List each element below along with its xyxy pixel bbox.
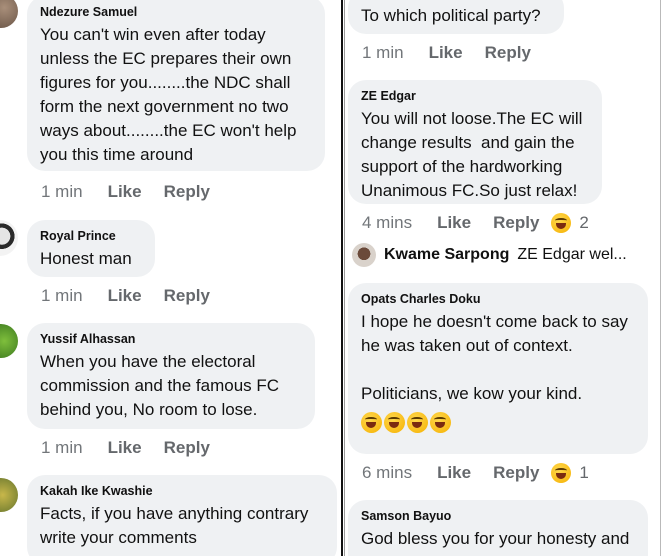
comment-author[interactable]: Ndezure Samuel (40, 5, 313, 19)
reply-preview[interactable]: Kwame Sarpong ZE Edgar wel... (352, 243, 627, 267)
comment-bubble: Kakah Ike Kwashie Facts, if you have any… (27, 475, 337, 556)
comment-time[interactable]: 1 min (41, 182, 83, 202)
comment-author[interactable]: Yussif Alhassan (40, 332, 303, 346)
comment-bubble: Royal Prince Honest man (27, 220, 155, 277)
reply-button[interactable]: Reply (164, 286, 210, 306)
comment-text: You can't win even after today unless th… (40, 25, 297, 164)
avatar[interactable] (0, 324, 18, 358)
comment-author[interactable]: ZE Edgar (361, 89, 590, 103)
comment-time[interactable]: 1 min (362, 43, 404, 63)
reaction-count[interactable]: 1 (579, 463, 588, 483)
comment-actions: 1 min Like Reply (41, 182, 232, 202)
comment-bubble: Samson Bayuo God bless you for your hone… (348, 500, 648, 556)
like-button[interactable]: Like (108, 438, 142, 458)
comment-time[interactable]: 6 mins (362, 463, 412, 483)
scrollbar[interactable] (660, 0, 667, 556)
like-button[interactable]: Like (108, 182, 142, 202)
panel-divider (341, 0, 343, 556)
emoji-row (361, 412, 636, 433)
comment-actions: 1 min Like Reply (41, 438, 232, 458)
comment-actions: 1 min Like Reply (362, 43, 553, 63)
like-button[interactable]: Like (437, 213, 471, 233)
haha-reaction-icon[interactable] (551, 213, 572, 233)
laughing-emoji-icon (384, 412, 405, 433)
reaction-count[interactable]: 2 (579, 213, 588, 233)
like-button[interactable]: Like (429, 43, 463, 63)
reply-button[interactable]: Reply (164, 438, 210, 458)
comment-text: Honest man (40, 249, 132, 268)
comment-text: I hope he doesn't come back to say he wa… (361, 312, 628, 403)
like-button[interactable]: Like (108, 286, 142, 306)
comment-bubble: Ndezure Samuel You can't win even after … (27, 0, 325, 171)
left-comment-panel: Ndezure Samuel You can't win even after … (0, 0, 341, 556)
reply-button[interactable]: Reply (493, 213, 539, 233)
comment-author[interactable]: Kakah Ike Kwashie (40, 484, 325, 498)
reply-button[interactable]: Reply (164, 182, 210, 202)
comment-text: God bless you for your honesty and Truth (361, 529, 630, 556)
comment-time[interactable]: 1 min (41, 286, 83, 306)
comment-bubble: Opats Charles Doku I hope he doesn't com… (348, 283, 648, 454)
panel-divider (344, 0, 345, 556)
avatar[interactable] (352, 243, 376, 267)
reply-text: ZE Edgar wel... (517, 246, 627, 263)
rofl-emoji-icon (361, 412, 382, 433)
like-button[interactable]: Like (437, 463, 471, 483)
comment-bubble: Yussif Alhassan When you have the electo… (27, 323, 315, 429)
laughing-emoji-icon (430, 412, 451, 433)
avatar[interactable] (0, 478, 18, 512)
rofl-emoji-icon (407, 412, 428, 433)
reply-button[interactable]: Reply (485, 43, 531, 63)
comment-author[interactable]: Opats Charles Doku (361, 292, 636, 306)
avatar[interactable] (0, 0, 18, 28)
comment-author[interactable]: Royal Prince (40, 229, 143, 243)
comment-time[interactable]: 4 mins (362, 213, 412, 233)
comment-text: To which political party? (361, 6, 541, 25)
comment-actions: 6 mins Like Reply 1 (362, 463, 589, 483)
reply-button[interactable]: Reply (493, 463, 539, 483)
comment-text: You will not loose.The EC will change re… (361, 109, 583, 200)
reply-author[interactable]: Kwame Sarpong (384, 246, 509, 264)
comment-bubble: To which political party? (348, 0, 564, 34)
comment-text: Facts, if you have anything contrary wri… (40, 504, 309, 547)
right-comment-panel: To which political party? 1 min Like Rep… (346, 0, 667, 556)
comment-author[interactable]: Samson Bayuo (361, 509, 636, 523)
comment-time[interactable]: 1 min (41, 438, 83, 458)
comment-text: When you have the electoral commission a… (40, 352, 280, 419)
comment-actions: 1 min Like Reply (41, 286, 232, 306)
comment-bubble: ZE Edgar You will not loose.The EC will … (348, 80, 602, 204)
comment-actions: 4 mins Like Reply 2 (362, 213, 589, 233)
avatar[interactable] (0, 220, 18, 256)
haha-reaction-icon[interactable] (551, 463, 572, 483)
